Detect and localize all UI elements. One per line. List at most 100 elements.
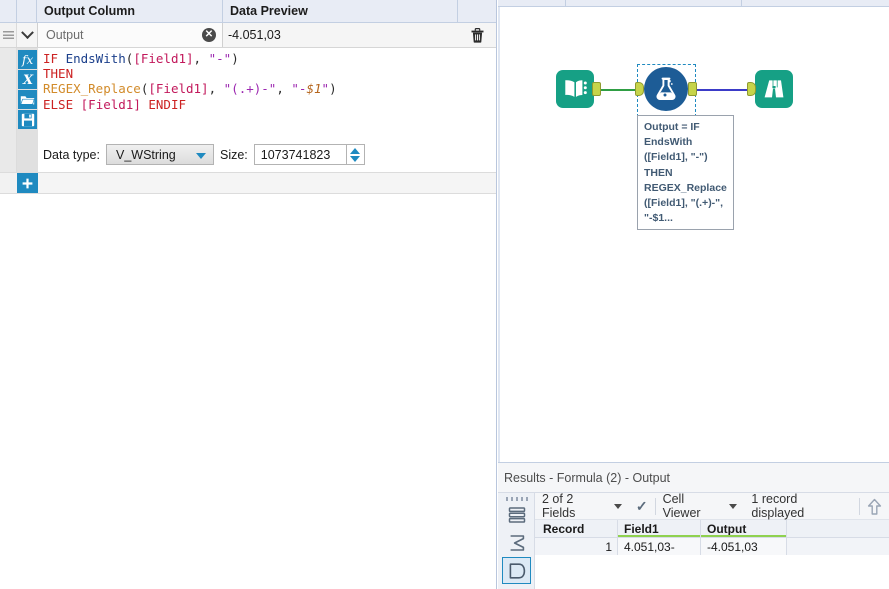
chevron-down-icon (195, 152, 206, 159)
chevron-down-icon (613, 503, 622, 509)
size-input[interactable]: 1073741823 (253, 144, 347, 165)
header-chevron-spacer (17, 0, 37, 22)
size-value: 1073741823 (260, 147, 331, 162)
fields-selector[interactable]: 2 of 2 Fields (535, 492, 629, 520)
chevron-down-icon (729, 503, 738, 509)
data-type-value: V_WString (115, 147, 176, 162)
grid-header-row: Record Field1 Output (535, 520, 889, 538)
config-column-header: Output Column Data Preview (0, 0, 496, 23)
checkmark-icon: ✓ (635, 497, 648, 514)
data-type-select[interactable]: V_WString (105, 144, 214, 165)
column-header-data-preview: Data Preview (223, 0, 458, 22)
formula-line: ELSE [Field1] ENDIF (43, 97, 337, 112)
add-column-button[interactable] (17, 173, 38, 193)
formula-editor-body: fx X IF EndsWith([Field1], "-") THEN REG… (0, 48, 496, 172)
results-toolbar: 2 of 2 Fields ✓ Cell Viewer 1 record dis… (535, 492, 889, 520)
svg-text:fx: fx (21, 53, 33, 67)
size-label: Size: (219, 147, 248, 162)
save-disk-icon[interactable] (18, 110, 37, 129)
add-column-row (0, 172, 496, 194)
cell-output[interactable]: -4.051,03 (701, 538, 787, 555)
connection-wire-formula-browse[interactable] (697, 89, 752, 91)
records-table-icon[interactable] (502, 501, 531, 528)
workflow-canvas[interactable]: Output = IF EndsWith ([Field1], "-") THE… (498, 0, 889, 462)
formula-config-panel: Output Column Data Preview ✕ -4.051,03 (0, 0, 497, 589)
formula-token: , (208, 81, 224, 97)
function-fx-icon[interactable]: fx (18, 50, 37, 69)
input-anchor[interactable] (635, 82, 644, 96)
fields-apply-button[interactable]: ✓ (629, 498, 655, 515)
formula-token: ) (231, 51, 239, 66)
sigma-summary-icon[interactable] (502, 529, 531, 556)
output-name-field[interactable]: ✕ (37, 23, 223, 47)
formula-tool[interactable] (635, 67, 697, 111)
editor-tool-rail: fx X (17, 48, 38, 172)
formula-token: "- (291, 81, 307, 97)
chevron-down-icon[interactable] (17, 23, 37, 47)
variable-x-icon[interactable]: X (18, 70, 37, 89)
column-header-actions (458, 0, 496, 22)
formula-token: , (193, 51, 209, 66)
column-header-output-column: Output Column (37, 0, 223, 22)
drag-grip-icon[interactable] (0, 23, 17, 47)
editor-side-band (0, 48, 17, 172)
output-anchor[interactable] (688, 82, 697, 96)
formula-text-editor[interactable]: IF EndsWith([Field1], "-") THEN REGEX_Repl… (38, 48, 496, 172)
stepper-up-icon[interactable] (350, 147, 361, 154)
cell-field1[interactable]: 4.051,03- (618, 538, 701, 555)
svg-text:X: X (22, 73, 34, 87)
formula-line: REGEX_Replace([Field1], "(.+)-", "-$1") (43, 81, 337, 96)
expand-results-button[interactable] (860, 498, 889, 515)
canvas-top-strip (498, 0, 889, 7)
grid-header-field1[interactable]: Field1 (618, 520, 701, 537)
config-empty-area (0, 194, 496, 589)
data-type-label: Data type: (43, 147, 100, 162)
stepper-down-icon[interactable] (350, 155, 361, 162)
browse-tool[interactable] (747, 70, 793, 108)
cell-record[interactable]: 1 (535, 538, 618, 555)
cell-viewer-label: Cell Viewer (662, 492, 701, 520)
clear-circle-icon[interactable]: ✕ (202, 28, 216, 42)
formula-token: "-" (208, 51, 232, 66)
folder-open-icon[interactable] (18, 90, 37, 109)
datatype-size-row: Data type: V_WString Size: 1073741823 (43, 144, 365, 165)
formula-token: REGEX_Replace (43, 81, 141, 97)
grid-header-record[interactable]: Record (535, 520, 618, 537)
formula-token: IF (43, 51, 66, 66)
formula-token: [Field1] (133, 51, 194, 66)
trash-icon[interactable] (459, 23, 496, 47)
formula-code-text[interactable]: IF EndsWith([Field1], "-") THEN REGEX_Repl… (43, 51, 337, 112)
book-icon (556, 70, 594, 108)
table-row[interactable]: 1 4.051,03- -4.051,03 (535, 538, 889, 555)
grid-empty-area (535, 555, 889, 589)
formula-token: EndsWith (65, 51, 126, 66)
formula-token: , (276, 81, 292, 97)
formula-line: IF EndsWith([Field1], "-") (43, 51, 337, 66)
formula-token: $1 (306, 81, 322, 97)
input-data-tool[interactable] (556, 70, 601, 108)
grid-header-output[interactable]: Output (701, 520, 787, 537)
formula-token: "(.+)-" (223, 81, 277, 97)
flask-icon (644, 67, 688, 111)
output-anchor[interactable] (592, 82, 601, 96)
output-name-input[interactable] (38, 28, 222, 42)
formula-token: [Field1] (148, 81, 209, 97)
tool-annotation: Output = IF EndsWith ([Field1], "-") THE… (637, 115, 734, 230)
cell-viewer-selector[interactable]: Cell Viewer (656, 492, 745, 520)
add-row-spacer (0, 173, 17, 193)
results-grid[interactable]: Record Field1 Output 1 4.051,03- -4.051,… (535, 520, 889, 589)
formula-token: THEN (43, 66, 74, 82)
data-profile-icon[interactable] (502, 557, 531, 584)
results-panel: Results - Formula (2) - Output 2 of 2 Fi… (498, 462, 889, 589)
binoculars-icon (755, 70, 793, 108)
formula-token: [Field1] (80, 96, 141, 112)
records-displayed-label: 1 record displayed (751, 492, 805, 520)
size-stepper[interactable] (346, 144, 365, 165)
fields-label: 2 of 2 Fields (542, 492, 576, 520)
canvas-left-edge (498, 7, 500, 462)
data-preview-value: -4.051,03 (223, 23, 459, 47)
input-anchor[interactable] (747, 82, 756, 96)
results-view-rail (498, 493, 535, 589)
formula-token: ENDIF (140, 96, 187, 112)
formula-token: ELSE (43, 96, 81, 112)
